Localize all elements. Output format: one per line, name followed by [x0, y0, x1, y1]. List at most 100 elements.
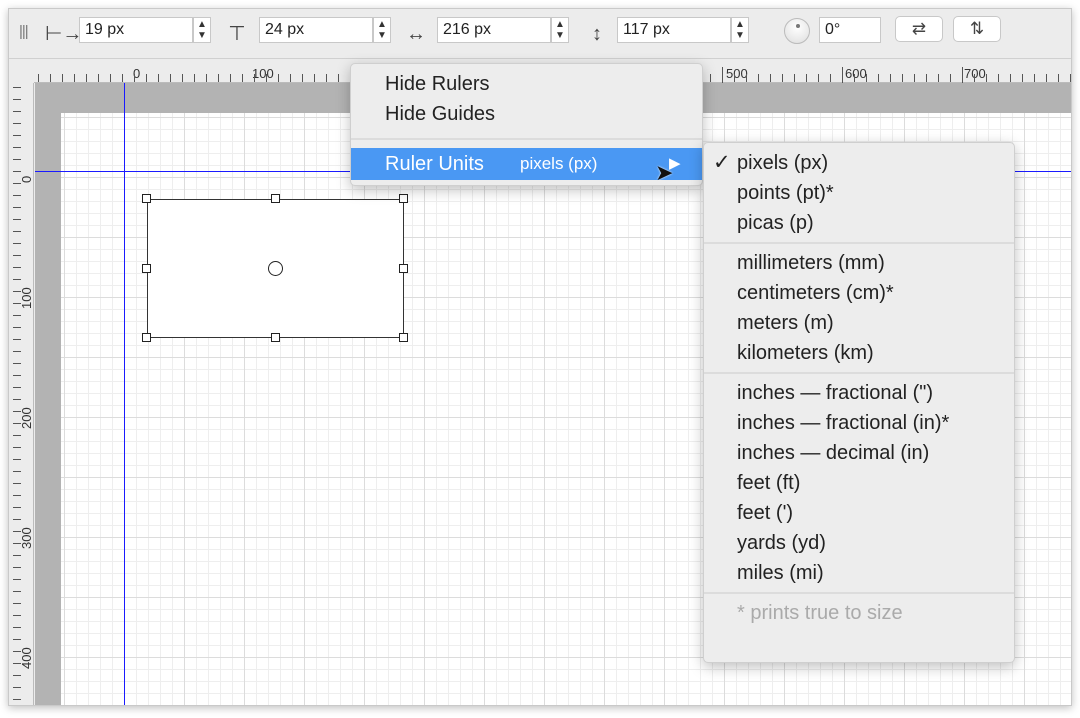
ruler-tick: [13, 471, 21, 472]
ruler-tick: [1022, 74, 1023, 82]
ruler-tick: [986, 74, 987, 82]
ruler-tick: [13, 327, 21, 328]
ruler-tick: [13, 555, 21, 556]
ruler-tick: [326, 74, 327, 82]
selected-rectangle[interactable]: [142, 194, 408, 342]
unit-option[interactable]: inches — decimal (in): [704, 438, 1014, 468]
vertical-ruler[interactable]: 0 100 200 300 400: [9, 83, 34, 705]
ruler-tick: [170, 74, 171, 82]
ruler-tick: [950, 74, 951, 82]
x-position-field[interactable]: 19 px: [79, 17, 193, 43]
ruler-tick: [13, 219, 21, 220]
menu-separator: [351, 138, 702, 140]
ruler-tick: [902, 74, 903, 82]
ruler-tick: [854, 74, 855, 82]
toolbar-grip-icon[interactable]: |||: [19, 23, 29, 40]
unit-option[interactable]: feet ('): [704, 498, 1014, 528]
ruler-tick: [13, 195, 21, 196]
resize-handle[interactable]: [399, 264, 408, 273]
unit-option[interactable]: points (pt)*: [704, 178, 1014, 208]
ruler-label: 300: [19, 527, 34, 549]
ruler-tick: [110, 74, 111, 82]
width-icon: ↔: [406, 23, 426, 45]
ruler-tick: [62, 74, 63, 82]
vertical-guide[interactable]: [124, 83, 125, 705]
menu-item-hide-guides[interactable]: Hide Guides: [351, 99, 702, 129]
resize-handle[interactable]: [142, 194, 151, 203]
ruler-tick: [926, 74, 927, 82]
x-position-icon: ⊢→: [45, 23, 83, 45]
rotation-field[interactable]: 0°: [819, 17, 881, 43]
unit-option[interactable]: centimeters (cm)*: [704, 278, 1014, 308]
y-position-stepper[interactable]: ▲ ▼: [373, 17, 391, 43]
checkmark-icon: ✓: [713, 151, 731, 174]
menu-separator: [704, 592, 1014, 594]
unit-option[interactable]: ✓ pixels (px): [704, 148, 1014, 178]
unit-option[interactable]: millimeters (mm): [704, 248, 1014, 278]
resize-handle[interactable]: [399, 333, 408, 342]
ruler-tick: [13, 159, 21, 160]
height-icon: ↕: [592, 23, 602, 45]
ruler-tick: [278, 74, 279, 82]
ruler-tick: [13, 591, 21, 592]
ruler-tick: [254, 74, 255, 82]
ruler-tick: [13, 423, 21, 424]
unit-option[interactable]: kilometers (km): [704, 338, 1014, 368]
ruler-label: 500: [726, 66, 748, 81]
ruler-tick: [13, 303, 21, 304]
ruler-tick: [13, 363, 21, 364]
unit-option[interactable]: yards (yd): [704, 528, 1014, 558]
ruler-label: 0: [19, 175, 34, 183]
flip-vertical-button[interactable]: ⇅: [953, 16, 1001, 42]
height-stepper[interactable]: ▲ ▼: [731, 17, 749, 43]
ruler-tick: [758, 74, 759, 82]
width-stepper[interactable]: ▲ ▼: [551, 17, 569, 43]
ruler-tick: [13, 543, 21, 544]
ruler-tick: [13, 171, 21, 172]
menu-item-ruler-units[interactable]: Ruler Units pixels (px) ▶: [351, 148, 702, 180]
ruler-tick: [86, 74, 87, 82]
resize-handle[interactable]: [142, 264, 151, 273]
unit-option[interactable]: feet (ft): [704, 468, 1014, 498]
ruler-tick: [13, 651, 21, 652]
ruler-label: 400: [19, 647, 34, 669]
unit-label: millimeters (mm): [737, 252, 885, 274]
resize-handle[interactable]: [271, 194, 280, 203]
unit-option[interactable]: picas (p): [704, 208, 1014, 238]
flip-horizontal-button[interactable]: ⇄: [895, 16, 943, 42]
unit-label: meters (m): [737, 312, 834, 334]
unit-option[interactable]: miles (mi): [704, 558, 1014, 588]
ruler-tick: [722, 67, 723, 83]
ruler-tick: [13, 411, 21, 412]
height-field[interactable]: 117 px: [617, 17, 731, 43]
ruler-tick: [74, 74, 75, 82]
center-point-icon[interactable]: [268, 261, 283, 276]
unit-option[interactable]: inches — fractional (in)*: [704, 408, 1014, 438]
menu-separator: [704, 372, 1014, 374]
ruler-tick: [13, 615, 21, 616]
ruler-label: 200: [19, 407, 34, 429]
ruler-label: 100: [19, 287, 34, 309]
ruler-tick: [13, 387, 21, 388]
ruler-tick: [13, 435, 21, 436]
ruler-tick: [122, 74, 123, 82]
ruler-tick: [13, 375, 21, 376]
width-field[interactable]: 216 px: [437, 17, 551, 43]
unit-footnote: * prints true to size: [737, 602, 903, 624]
resize-handle[interactable]: [399, 194, 408, 203]
ruler-tick: [974, 74, 975, 82]
unit-option[interactable]: inches — fractional ("): [704, 378, 1014, 408]
ruler-tick: [998, 74, 999, 82]
resize-handle[interactable]: [271, 333, 280, 342]
menu-item-hide-rulers[interactable]: Hide Rulers: [351, 69, 702, 99]
ruler-corner[interactable]: [9, 59, 34, 83]
ruler-tick: [13, 447, 21, 448]
unit-option[interactable]: meters (m): [704, 308, 1014, 338]
ruler-tick: [13, 639, 21, 640]
y-position-field[interactable]: 24 px: [259, 17, 373, 43]
ruler-units-value: pixels (px): [520, 154, 598, 173]
rotation-dial[interactable]: [784, 18, 810, 44]
ruler-tick: [938, 74, 939, 82]
resize-handle[interactable]: [142, 333, 151, 342]
x-position-stepper[interactable]: ▲ ▼: [193, 17, 211, 43]
